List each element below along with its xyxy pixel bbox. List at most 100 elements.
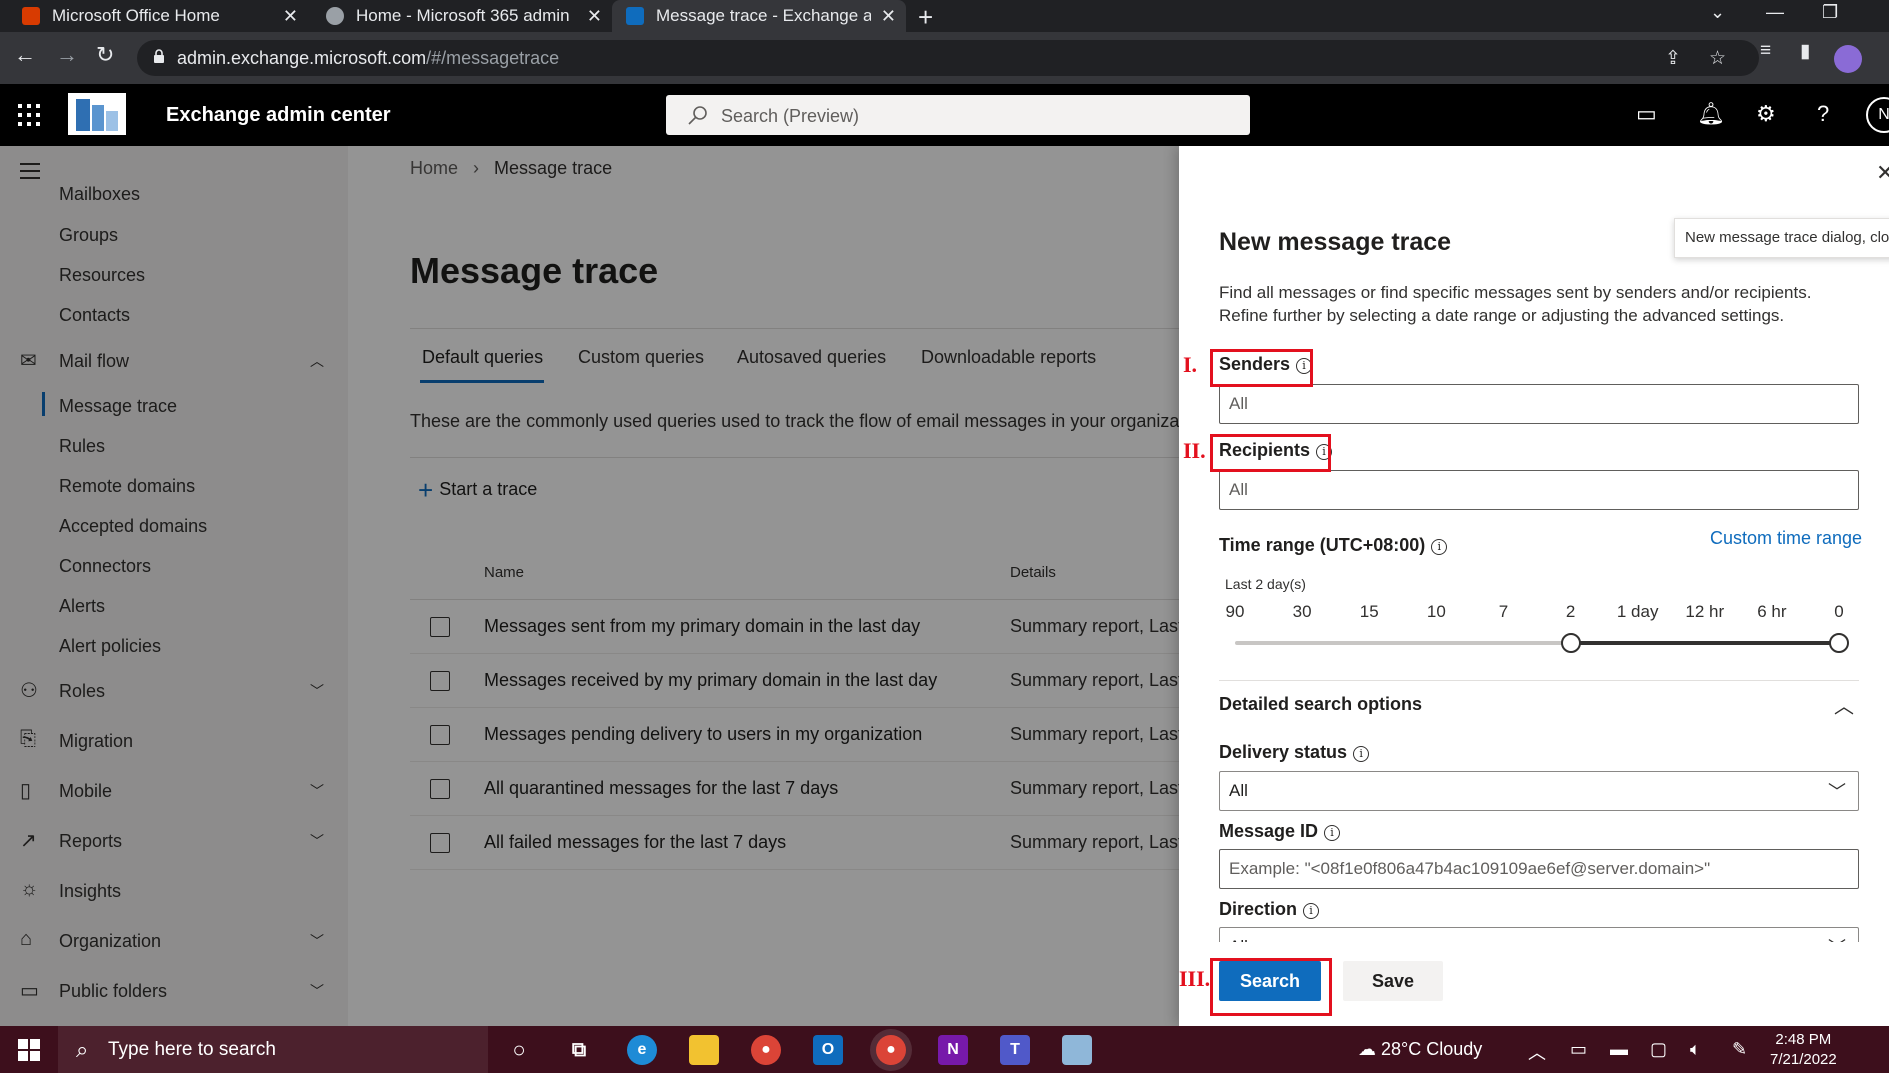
cortana-icon[interactable]: ○ (504, 1035, 534, 1065)
notepad-icon[interactable] (1062, 1035, 1092, 1065)
info-icon[interactable]: i (1303, 903, 1320, 919)
lock-icon (154, 49, 164, 63)
reload-icon[interactable]: ↻ (96, 42, 114, 68)
app-title: Exchange admin center (166, 104, 391, 126)
search-icon: ⌕ (76, 1037, 89, 1062)
office-favicon-icon (22, 7, 40, 25)
url-text: admin.exchange.microsoft.com/#/messagetr… (177, 48, 559, 69)
save-button[interactable]: Save (1343, 961, 1443, 1001)
outlook-icon[interactable]: O (813, 1035, 843, 1065)
minimize-icon[interactable]: — (1766, 2, 1784, 23)
clock-time: 2:48 PM (1775, 1031, 1832, 1048)
browser-tab-m365-admin[interactable]: Home - Microsoft 365 admin cen ✕ (312, 0, 612, 32)
chevron-up-icon[interactable]: ︿ (1834, 690, 1854, 719)
browser-tab-message-trace[interactable]: Message trace - Exchange admin ✕ (612, 0, 906, 32)
slider-tick-label: 6 hr (1757, 602, 1787, 621)
organization-logo (68, 93, 126, 135)
volume-icon[interactable]: 🔈︎ (1690, 1039, 1701, 1060)
onenote-icon[interactable]: N (938, 1035, 968, 1065)
time-range-end-handle[interactable] (1829, 633, 1849, 653)
restore-icon[interactable]: ❐ (1822, 2, 1838, 23)
panel-title: New message trace (1219, 228, 1452, 256)
bookmark-star-icon[interactable]: ☆ (1709, 47, 1726, 70)
taskbar-search-input[interactable]: ⌕ Type here to search (58, 1026, 488, 1073)
teams-icon[interactable]: T (1000, 1035, 1030, 1065)
url-path: /#/messagetrace (426, 48, 560, 68)
chevron-down-icon: ﹀ (1828, 782, 1846, 802)
delivery-status-label-text: Delivery status (1219, 742, 1348, 762)
senders-input[interactable]: All (1219, 384, 1859, 424)
chrome-icon[interactable]: ● (751, 1035, 781, 1065)
time-range-label-text: Time range (UTC+08:00) (1219, 535, 1426, 555)
new-tab-icon[interactable]: + (918, 2, 933, 33)
message-id-label: Message ID i (1219, 821, 1341, 842)
user-avatar[interactable]: N (1866, 97, 1889, 133)
url-field[interactable]: admin.exchange.microsoft.com/#/messagetr… (137, 40, 1759, 76)
message-id-placeholder: Example: "<08f1e0f806a47b4ac109109ae6ef@… (1229, 859, 1711, 878)
annotation-label-1: I. (1183, 352, 1198, 377)
slider-value-text: Last 2 day(s) (1225, 576, 1306, 592)
delivery-status-dropdown[interactable]: All ﹀ (1219, 771, 1859, 811)
browser-tab-title: Message trace - Exchange admin (656, 6, 871, 25)
browser-tab-office-home[interactable]: Microsoft Office Home ✕ (8, 0, 308, 32)
info-icon[interactable]: i (1353, 746, 1370, 762)
annotation-label-3: III. (1179, 966, 1211, 991)
recipients-placeholder: All (1229, 480, 1248, 499)
file-explorer-icon[interactable] (689, 1035, 719, 1065)
recipients-input[interactable]: All (1219, 470, 1859, 510)
exchange-favicon-icon (626, 7, 644, 25)
slider-tick-label: 1 day (1616, 602, 1659, 621)
browser-profile-avatar[interactable] (1834, 45, 1862, 73)
network-icon[interactable]: ▢ (1650, 1039, 1667, 1060)
cloud-shell-icon[interactable]: ▭ (1636, 101, 1657, 127)
panel-description: Find all messages or find specific messa… (1219, 283, 1812, 325)
settings-gear-icon[interactable]: ⚙ (1756, 101, 1776, 127)
detailed-search-options-header[interactable]: Detailed search options (1219, 694, 1422, 715)
close-tab-icon[interactable]: ✕ (283, 6, 298, 27)
task-view-icon[interactable]: ⧉ (564, 1035, 594, 1065)
app-launcher-icon[interactable] (18, 104, 40, 126)
modal-overlay[interactable] (0, 146, 1179, 1026)
close-tooltip: New message trace dialog, clos (1674, 218, 1889, 258)
show-hidden-icons-icon[interactable]: ︿ (1528, 1039, 1546, 1065)
meet-now-icon[interactable]: ▭ (1570, 1039, 1587, 1060)
side-panel-icon[interactable]: ▮ (1800, 40, 1810, 63)
slider-tick-label: 10 (1426, 602, 1446, 621)
message-id-input[interactable]: Example: "<08f1e0f806a47b4ac109109ae6ef@… (1219, 849, 1859, 889)
slider-tick-label: 12 hr (1685, 602, 1725, 621)
pen-icon[interactable]: ✎ (1732, 1039, 1747, 1060)
close-tab-icon[interactable]: ✕ (881, 6, 896, 27)
info-icon[interactable]: i (1431, 539, 1448, 555)
global-search-input[interactable]: Search (Preview) (666, 95, 1250, 135)
media-controls-icon[interactable]: ≡ (1760, 40, 1771, 62)
help-icon[interactable]: ? (1817, 101, 1829, 127)
new-message-trace-panel: ✕ New message trace dialog, clos New mes… (1179, 146, 1889, 1026)
direction-label: Direction i (1219, 899, 1320, 920)
search-icon (688, 106, 707, 125)
forward-icon[interactable]: → (56, 42, 78, 68)
close-tab-icon[interactable]: ✕ (587, 6, 602, 27)
custom-time-range-link[interactable]: Custom time range (1710, 528, 1862, 549)
senders-placeholder: All (1229, 394, 1248, 413)
share-icon[interactable]: ⇪ (1665, 47, 1681, 70)
tab-search-chevron-icon[interactable]: ⌄ (1710, 2, 1725, 23)
annotation-box-senders (1210, 349, 1313, 387)
notifications-bell-icon[interactable]: 🔔︎ (1697, 101, 1725, 127)
cloud-icon: ☁ (1358, 1039, 1382, 1059)
close-panel-icon[interactable]: ✕ (1876, 160, 1889, 186)
time-range-start-handle[interactable] (1560, 633, 1581, 653)
slider-tick-label: 30 (1292, 602, 1312, 621)
back-icon[interactable]: ← (14, 42, 36, 68)
battery-icon[interactable]: ▬ (1610, 1039, 1628, 1060)
edge-icon[interactable]: e (627, 1035, 657, 1065)
windows-start-icon[interactable] (18, 1039, 40, 1061)
slider-tick-label: 2 (1565, 602, 1576, 621)
info-icon[interactable]: i (1324, 825, 1341, 841)
annotation-box-recipients (1210, 434, 1331, 472)
delivery-status-label: Delivery status i (1219, 742, 1370, 763)
taskbar-search-placeholder: Type here to search (108, 1039, 276, 1060)
weather-widget[interactable]: ☁ 28°C Cloudy (1358, 1039, 1482, 1060)
chrome-active-icon[interactable]: ● (876, 1035, 906, 1065)
browser-tab-title: Home - Microsoft 365 admin cen (356, 6, 571, 25)
system-clock[interactable]: 2:48 PM 7/21/2022 (1770, 1030, 1837, 1070)
